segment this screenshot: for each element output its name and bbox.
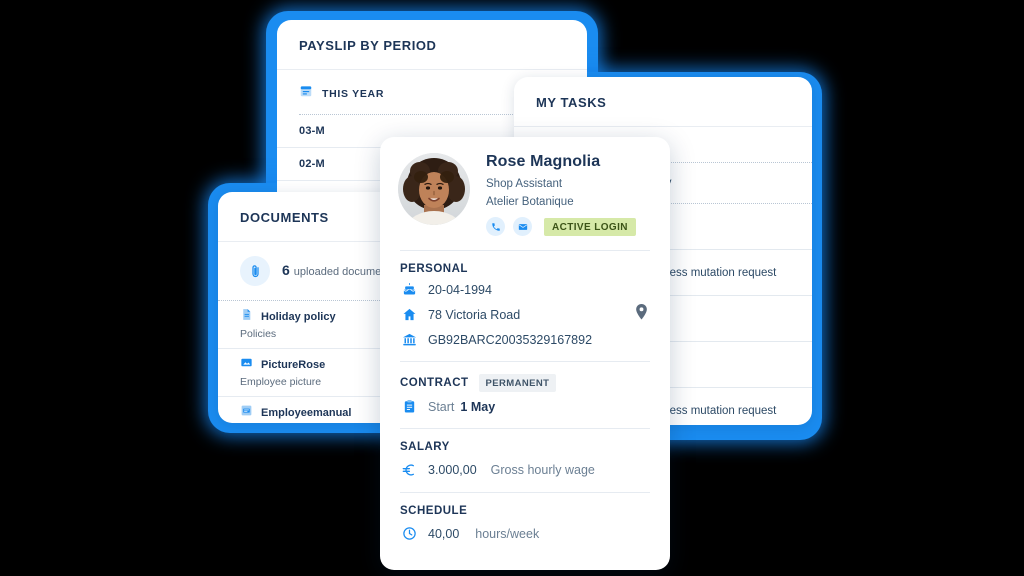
- field-iban: GB92BARC20035329167892: [380, 325, 670, 347]
- paperclip-icon: [240, 256, 270, 286]
- calendar-icon: [299, 84, 313, 103]
- profile-role: Shop Assistant: [486, 178, 563, 190]
- contract-start-value: 1 May: [460, 399, 496, 414]
- screenshot-stage: PAYSLIP BY PERIOD THIS YEAR 03-M 02-M 01…: [0, 0, 1024, 576]
- status-badge: ACTIVE LOGIN: [544, 217, 636, 236]
- phone-icon[interactable]: [486, 217, 505, 236]
- bank-icon: [400, 332, 418, 347]
- profile-header: Rose Magnolia Shop Assistant Atelier Bot…: [380, 137, 670, 236]
- clock-icon: [400, 526, 418, 541]
- document-name: Employeemanual: [261, 407, 352, 419]
- payslip-filter-label: THIS YEAR: [322, 87, 385, 100]
- clipboard-icon: [400, 399, 418, 414]
- birthday-cake-icon: [400, 282, 418, 297]
- location-pin-icon[interactable]: [635, 304, 648, 325]
- page-title: Rose Magnolia: [486, 153, 601, 170]
- field-salary: 3.000,00 Gross hourly wage: [380, 453, 670, 478]
- iban-value: GB92BARC20035329167892: [428, 332, 593, 347]
- euro-icon: [400, 462, 418, 478]
- profile-organisation: Atelier Botanique: [486, 196, 574, 208]
- section-title-salary: SALARY: [380, 429, 670, 453]
- address-value: 78 Victoria Road: [428, 307, 521, 322]
- field-birthdate: 20-04-1994: [380, 275, 670, 297]
- section-title-schedule: SCHEDULE: [380, 493, 670, 517]
- salary-amount: 3.000,00: [428, 463, 477, 477]
- salary-label: SALARY: [400, 441, 450, 453]
- field-schedule: 40,00 hours/week: [380, 517, 670, 541]
- avatar: [398, 153, 470, 225]
- profile-actions: ACTIVE LOGIN: [486, 217, 648, 236]
- schedule-label: SCHEDULE: [400, 505, 468, 517]
- document-name: Holiday policy: [261, 311, 336, 323]
- documents-count: 6: [282, 262, 290, 278]
- field-contract-start: Start 1 May: [380, 392, 670, 414]
- contract-start-label: Start: [428, 399, 455, 414]
- mail-icon[interactable]: [513, 217, 532, 236]
- contract-label: CONTRACT: [400, 377, 469, 389]
- section-title-personal: PERSONAL: [380, 251, 670, 275]
- schedule-unit: hours/week: [475, 526, 540, 541]
- birthdate-value: 20-04-1994: [428, 282, 492, 297]
- tasks-card-title: MY TASKS: [536, 95, 607, 110]
- pdf-document-icon: [240, 404, 253, 422]
- salary-description: Gross hourly wage: [490, 463, 595, 477]
- document-icon: [240, 308, 253, 326]
- field-address: 78 Victoria Road: [380, 297, 670, 325]
- employee-profile-card: Rose Magnolia Shop Assistant Atelier Bot…: [380, 137, 670, 570]
- image-icon: [240, 356, 253, 374]
- section-title-contract: CONTRACT PERMANENT: [380, 362, 670, 392]
- personal-label: PERSONAL: [400, 263, 468, 275]
- document-name: PictureRose: [261, 359, 326, 371]
- home-icon: [400, 307, 418, 322]
- payslip-card-title: PAYSLIP BY PERIOD: [299, 38, 437, 53]
- contract-type-badge: PERMANENT: [478, 374, 557, 392]
- schedule-value: 40,00: [428, 526, 460, 541]
